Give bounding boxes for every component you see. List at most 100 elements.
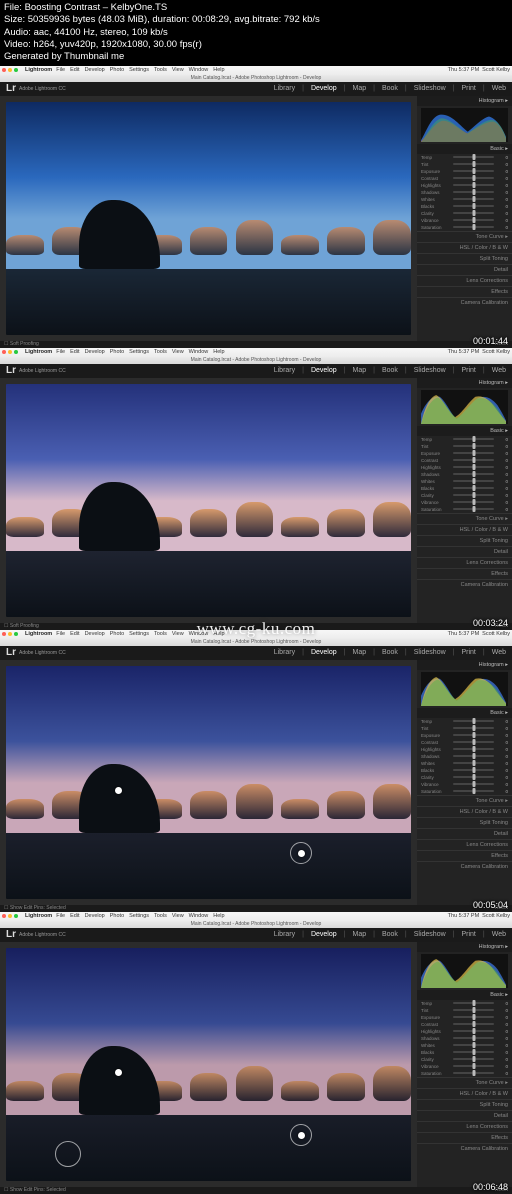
slider-track[interactable]	[453, 184, 494, 186]
slider-whites[interactable]: Whites0	[417, 196, 512, 203]
module-slideshow[interactable]: Slideshow	[414, 649, 446, 656]
window-controls[interactable]	[2, 68, 18, 72]
slider-track[interactable]	[453, 445, 494, 447]
slider-track[interactable]	[453, 790, 494, 792]
panel-header-hsl[interactable]: HSL / Color / B & W	[417, 524, 512, 535]
slider-track[interactable]	[453, 1051, 494, 1053]
module-print[interactable]: Print	[461, 85, 475, 92]
menu-item[interactable]: Develop	[85, 631, 105, 637]
slider-contrast[interactable]: Contrast0	[417, 1021, 512, 1028]
window-controls[interactable]	[2, 350, 18, 354]
slider-track[interactable]	[453, 1016, 494, 1018]
module-map[interactable]: Map	[352, 649, 366, 656]
slider-exposure[interactable]: Exposure0	[417, 732, 512, 739]
window-controls[interactable]	[2, 632, 18, 636]
adjustment-brush-ring[interactable]	[290, 842, 312, 864]
menu-item[interactable]: File	[56, 67, 65, 73]
slider-whites[interactable]: Whites0	[417, 760, 512, 767]
slider-track[interactable]	[453, 494, 494, 496]
slider-track[interactable]	[453, 1058, 494, 1060]
menu-item[interactable]: Settings	[129, 631, 149, 637]
slider-track[interactable]	[453, 459, 494, 461]
slider-whites[interactable]: Whites0	[417, 1042, 512, 1049]
slider-temp[interactable]: Temp0	[417, 436, 512, 443]
slider-highlights[interactable]: Highlights0	[417, 746, 512, 753]
slider-tint[interactable]: Tint0	[417, 161, 512, 168]
slider-tint[interactable]: Tint0	[417, 1007, 512, 1014]
slider-track[interactable]	[453, 1030, 494, 1032]
panel-header-split[interactable]: Split Toning	[417, 817, 512, 828]
panel-header-basic[interactable]: Basic ▸	[417, 708, 512, 718]
menu-item[interactable]: Edit	[70, 349, 79, 355]
slider-highlights[interactable]: Highlights0	[417, 1028, 512, 1035]
slider-track[interactable]	[453, 226, 494, 228]
panel-header-detail[interactable]: Detail	[417, 546, 512, 557]
slider-track[interactable]	[453, 776, 494, 778]
menu-item[interactable]: Edit	[70, 67, 79, 73]
module-library[interactable]: Library	[274, 931, 295, 938]
slider-shadows[interactable]: Shadows0	[417, 753, 512, 760]
menu-item[interactable]: View	[172, 913, 184, 919]
slider-track[interactable]	[453, 170, 494, 172]
slider-tint[interactable]: Tint0	[417, 443, 512, 450]
menu-item[interactable]: File	[56, 349, 65, 355]
slider-exposure[interactable]: Exposure0	[417, 450, 512, 457]
panel-header-hsl[interactable]: HSL / Color / B & W	[417, 242, 512, 253]
panel-header-tonecurve[interactable]: Tone Curve ▸	[417, 513, 512, 524]
adjustment-brush-ring[interactable]	[290, 1124, 312, 1146]
slider-track[interactable]	[453, 191, 494, 193]
menu-item[interactable]: Window	[189, 349, 209, 355]
panel-header-lens[interactable]: Lens Corrections	[417, 1121, 512, 1132]
panel-header-camera[interactable]: Camera Calibration	[417, 297, 512, 308]
module-print[interactable]: Print	[461, 367, 475, 374]
menu-item[interactable]: Photo	[110, 631, 124, 637]
menu-item[interactable]: Photo	[110, 913, 124, 919]
module-slideshow[interactable]: Slideshow	[414, 85, 446, 92]
slider-temp[interactable]: Temp0	[417, 718, 512, 725]
app-menu[interactable]: Lightroom	[25, 631, 52, 637]
slider-vibrance[interactable]: Vibrance0	[417, 781, 512, 788]
panel-header-lens[interactable]: Lens Corrections	[417, 557, 512, 568]
module-develop[interactable]: Develop	[311, 85, 337, 92]
panel-header-basic[interactable]: Basic ▸	[417, 426, 512, 436]
module-library[interactable]: Library	[274, 85, 295, 92]
module-map[interactable]: Map	[352, 85, 366, 92]
module-print[interactable]: Print	[461, 649, 475, 656]
module-web[interactable]: Web	[492, 649, 506, 656]
menu-item[interactable]: View	[172, 67, 184, 73]
menu-item[interactable]: Help	[213, 349, 224, 355]
menu-item[interactable]: Help	[213, 67, 224, 73]
slider-track[interactable]	[453, 748, 494, 750]
slider-shadows[interactable]: Shadows0	[417, 1035, 512, 1042]
slider-track[interactable]	[453, 212, 494, 214]
panel-header-tonecurve[interactable]: Tone Curve ▸	[417, 795, 512, 806]
module-library[interactable]: Library	[274, 367, 295, 374]
status-left[interactable]: ☐ Soft Proofing	[4, 341, 39, 347]
slider-track[interactable]	[453, 198, 494, 200]
panel-header-detail[interactable]: Detail	[417, 1110, 512, 1121]
slider-track[interactable]	[453, 219, 494, 221]
slider-vibrance[interactable]: Vibrance0	[417, 1063, 512, 1070]
slider-track[interactable]	[453, 466, 494, 468]
slider-saturation[interactable]: Saturation0	[417, 788, 512, 795]
slider-track[interactable]	[453, 727, 494, 729]
histogram[interactable]	[421, 390, 508, 424]
panel-header-detail[interactable]: Detail	[417, 264, 512, 275]
menu-item[interactable]: File	[56, 913, 65, 919]
slider-blacks[interactable]: Blacks0	[417, 1049, 512, 1056]
panel-header-effects[interactable]: Effects	[417, 1132, 512, 1143]
slider-contrast[interactable]: Contrast0	[417, 457, 512, 464]
slider-track[interactable]	[453, 1072, 494, 1074]
menu-item[interactable]: Develop	[85, 349, 105, 355]
panel-header-camera[interactable]: Camera Calibration	[417, 579, 512, 590]
menu-item[interactable]: Window	[189, 67, 209, 73]
slider-track[interactable]	[453, 205, 494, 207]
panel-header-tonecurve[interactable]: Tone Curve ▸	[417, 231, 512, 242]
slider-blacks[interactable]: Blacks0	[417, 203, 512, 210]
module-book[interactable]: Book	[382, 367, 398, 374]
panel-header-histogram[interactable]: Histogram ▸	[417, 378, 512, 388]
panel-header-detail[interactable]: Detail	[417, 828, 512, 839]
panel-header-basic[interactable]: Basic ▸	[417, 144, 512, 154]
slider-track[interactable]	[453, 487, 494, 489]
slider-track[interactable]	[453, 438, 494, 440]
